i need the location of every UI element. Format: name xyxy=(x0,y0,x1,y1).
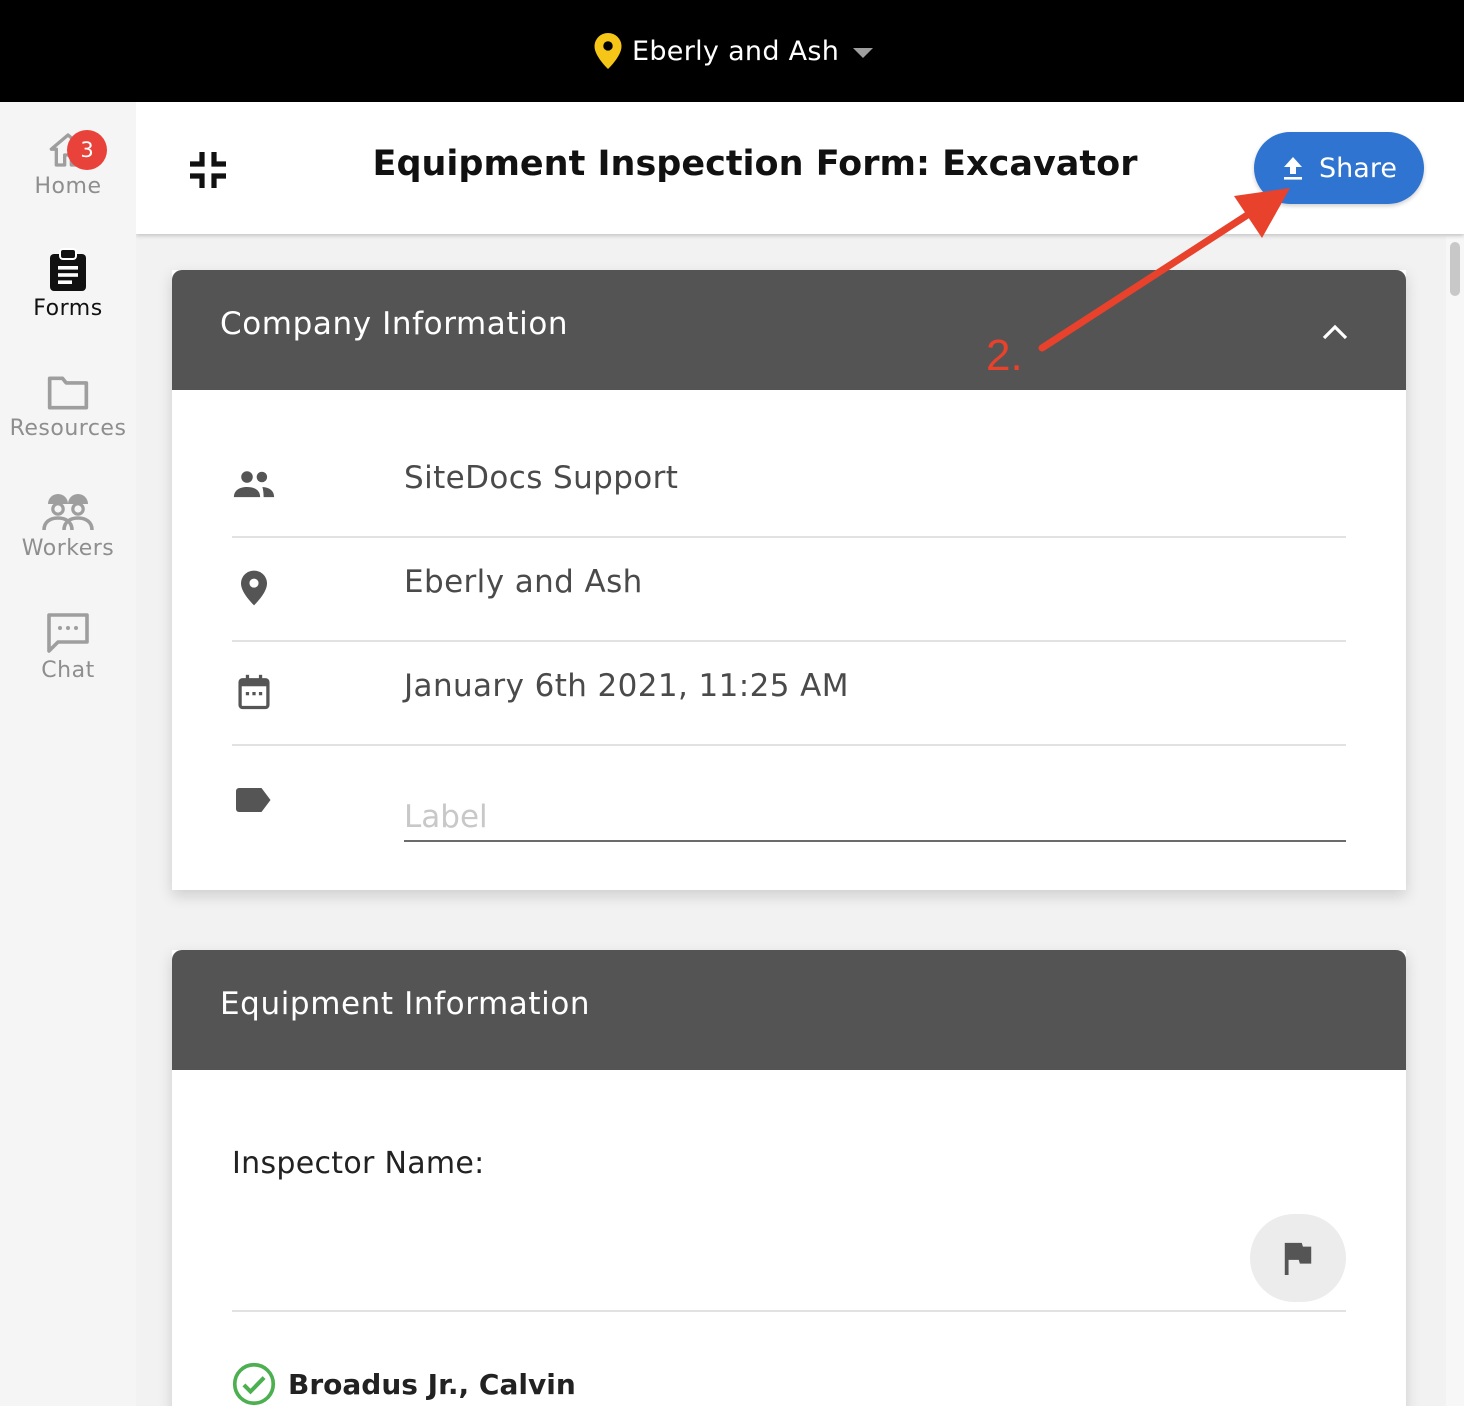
inspector-name-label: Inspector Name: xyxy=(232,1146,485,1181)
check-circle-icon xyxy=(232,1362,276,1406)
date-row: January 6th 2021, 11:25 AM xyxy=(232,640,1346,746)
upload-icon xyxy=(1284,157,1303,180)
location-row: Eberly and Ash xyxy=(232,536,1346,642)
section-title: Equipment Information xyxy=(220,986,591,1022)
site-selector[interactable]: Eberly and Ash xyxy=(594,28,874,74)
form-date: January 6th 2021, 11:25 AM xyxy=(404,668,849,704)
scrollbar[interactable] xyxy=(1446,236,1464,1406)
company-name: SiteDocs Support xyxy=(404,460,679,496)
sidebar-item-label: Workers xyxy=(21,536,115,561)
folder-icon xyxy=(47,376,89,410)
flag-button[interactable] xyxy=(1250,1214,1346,1302)
sidebar-item-workers[interactable]: Workers xyxy=(0,490,136,600)
section-header[interactable]: Company Information xyxy=(172,270,1406,390)
scrollbar-thumb[interactable] xyxy=(1450,242,1460,296)
divider xyxy=(232,1310,1346,1312)
chevron-up-icon[interactable] xyxy=(1320,320,1350,344)
share-button[interactable]: Share xyxy=(1254,132,1424,204)
selected-worker[interactable]: Broadus Jr., Calvin xyxy=(232,1362,576,1406)
location-name: Eberly and Ash xyxy=(404,564,643,600)
sidebar-item-label: Home xyxy=(34,174,102,199)
chevron-down-icon xyxy=(853,47,874,58)
company-row: SiteDocs Support xyxy=(232,432,1346,538)
sidebar-item-label: Resources xyxy=(9,416,127,441)
calendar-icon xyxy=(238,674,270,710)
form-header: Equipment Inspection Form: Excavator Sha… xyxy=(136,102,1464,234)
location-pin-icon xyxy=(241,570,267,606)
share-button-label: Share xyxy=(1319,152,1397,184)
sidebar-item-home[interactable]: Home 3 xyxy=(0,120,136,230)
clipboard-icon xyxy=(50,248,86,291)
chat-icon xyxy=(47,613,89,653)
notification-badge: 3 xyxy=(67,130,107,170)
people-icon xyxy=(233,471,275,498)
equipment-body: Inspector Name: Broadus Jr., Calvin xyxy=(172,1070,1406,1406)
location-pin-icon xyxy=(594,33,622,69)
workers-icon xyxy=(42,494,94,531)
main-content: Equipment Inspection Form: Excavator Sha… xyxy=(136,102,1464,1406)
top-bar: Eberly and Ash xyxy=(0,0,1464,102)
sidebar-item-resources[interactable]: Resources xyxy=(0,370,136,480)
label-input[interactable] xyxy=(404,794,1346,842)
inspector-name: Broadus Jr., Calvin xyxy=(288,1367,576,1401)
company-information-card: Company Information SiteDocs Support Ebe… xyxy=(172,270,1406,890)
sidebar: Home 3 Forms Resources Workers Chat xyxy=(0,102,136,1406)
sidebar-item-chat[interactable]: Chat xyxy=(0,610,136,720)
flag-icon xyxy=(1284,1242,1312,1275)
label-tag-icon xyxy=(236,788,271,812)
label-icon-wrap xyxy=(232,770,276,830)
sidebar-item-label: Chat xyxy=(41,658,95,683)
sidebar-item-forms[interactable]: Forms xyxy=(0,244,136,354)
section-header[interactable]: Equipment Information xyxy=(172,950,1406,1070)
sidebar-item-label: Forms xyxy=(33,296,103,321)
page-title: Equipment Inspection Form: Excavator xyxy=(372,144,1138,184)
site-name: Eberly and Ash xyxy=(632,35,840,67)
equipment-information-card: Equipment Information Inspector Name: Br… xyxy=(172,950,1406,1406)
section-title: Company Information xyxy=(220,306,569,342)
